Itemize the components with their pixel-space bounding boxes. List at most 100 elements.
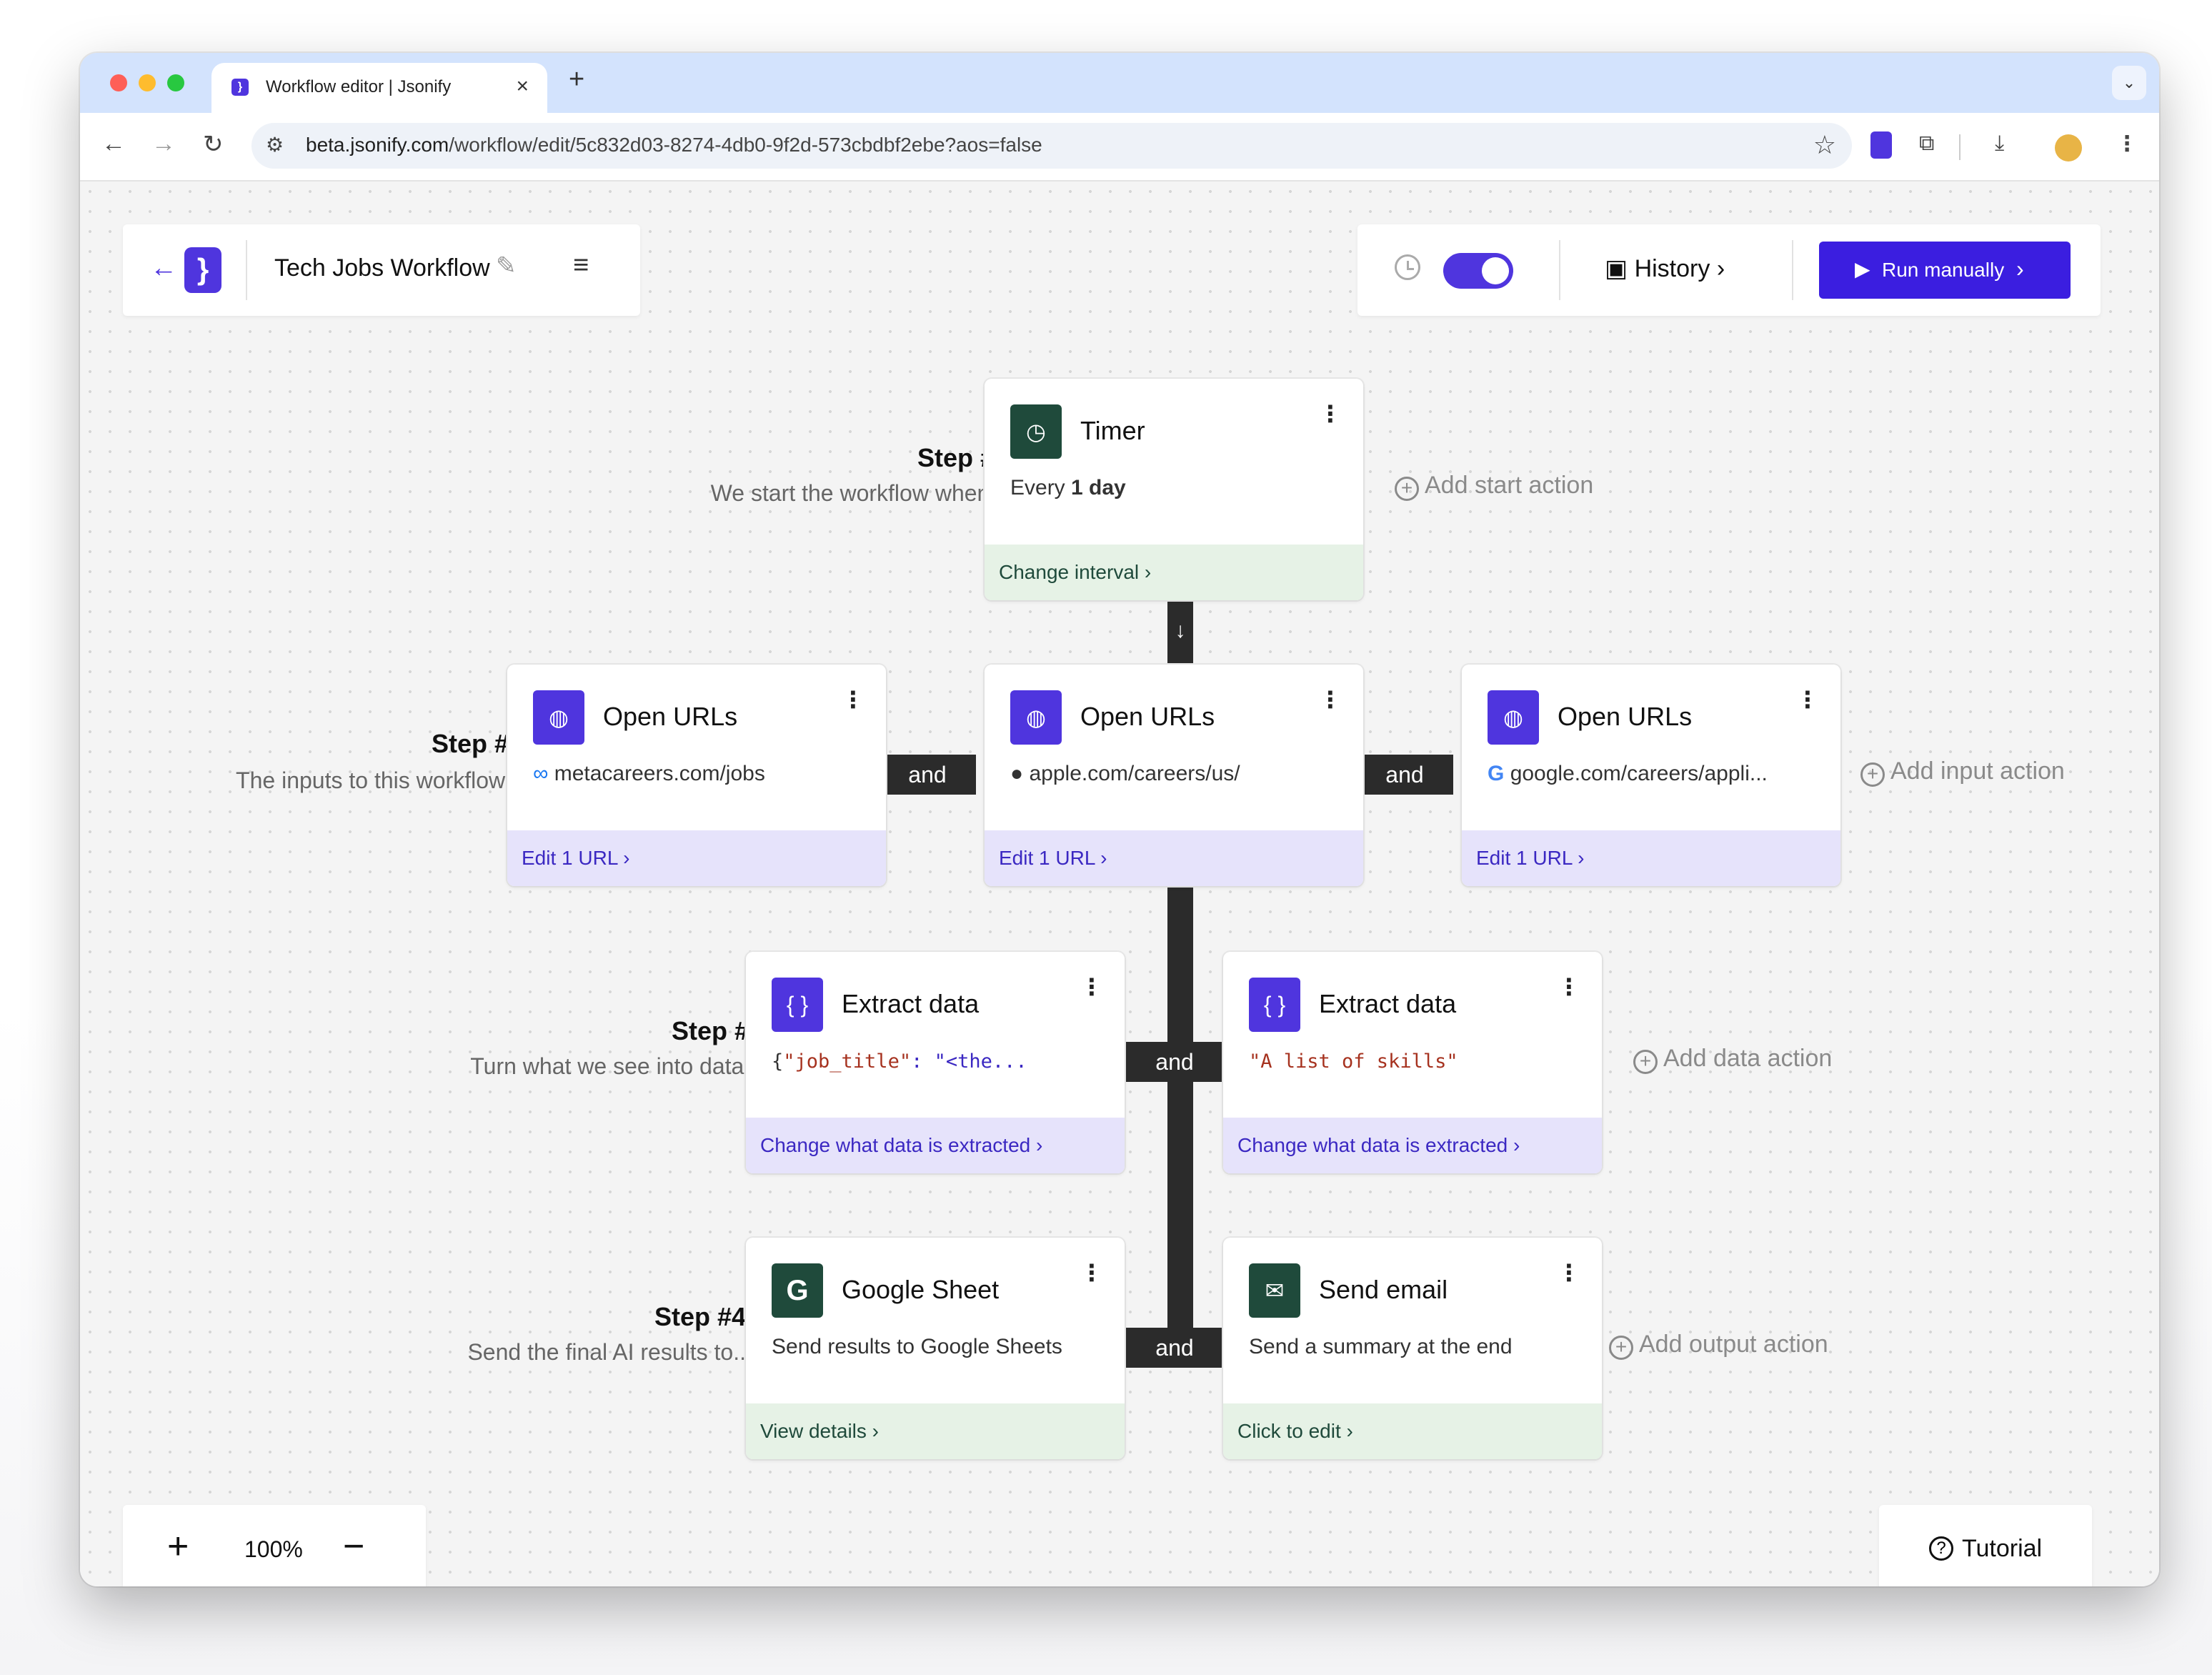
more-options-icon[interactable]: ⋮ — [1080, 1259, 1103, 1286]
more-options-icon[interactable]: ⋮ — [1796, 686, 1819, 713]
braces-icon: { } — [772, 978, 823, 1032]
add-data-action-button[interactable]: + Add data action — [1633, 1045, 1832, 1074]
browser-tab-active[interactable]: } Workflow editor | Jsonify × — [211, 63, 547, 113]
edit-url-link[interactable]: Edit 1 URL › — [507, 830, 886, 886]
new-tab-icon[interactable]: + — [569, 64, 584, 95]
card-title: Google Sheet — [842, 1275, 1000, 1304]
card-title: Extract data — [842, 989, 980, 1018]
tutorial-button[interactable]: ? Tutorial — [1879, 1505, 2092, 1586]
toolbar-divider — [1959, 134, 1961, 160]
download-icon[interactable]: ⤓ — [1995, 131, 2004, 156]
edit-url-link[interactable]: Edit 1 URL › — [1462, 830, 1840, 886]
step-1-title: Step #1 — [917, 443, 1009, 472]
tab-strip: } Workflow editor | Jsonify × + ⌄ — [80, 53, 2159, 113]
jsonify-extension-icon[interactable] — [1870, 131, 1892, 159]
zoom-out-button[interactable]: − — [343, 1525, 364, 1568]
open-urls-card[interactable]: ◍ Open URLs ⋮ G google.com/careers/appli… — [1462, 665, 1840, 886]
open-urls-card[interactable]: ◍ Open URLs ⋮ ● apple.com/careers/us/ Ed… — [985, 665, 1363, 886]
step-4-subtitle: Send the final AI results to.. — [467, 1339, 746, 1365]
mail-icon: ✉ — [1249, 1263, 1300, 1318]
edit-pencil-icon[interactable]: ✎ — [496, 252, 517, 280]
add-start-action-button[interactable]: + Add start action — [1395, 472, 1593, 501]
and-connector: and — [879, 755, 976, 795]
browser-menu-icon[interactable]: ⋮ — [2116, 131, 2138, 156]
globe-icon: ◍ — [1010, 690, 1062, 745]
minimize-window-button[interactable] — [139, 74, 156, 91]
add-input-action-button[interactable]: + Add input action — [1860, 757, 2065, 787]
maximize-window-button[interactable] — [167, 74, 184, 91]
history-button[interactable]: ▣ History › — [1605, 254, 1725, 283]
extensions-puzzle-icon[interactable]: ⧉ — [1919, 131, 1934, 156]
tab-title: Workflow editor | Jsonify — [266, 77, 452, 96]
zoom-in-button[interactable]: + — [167, 1525, 189, 1568]
run-manually-button[interactable]: ▶ Run manually › — [1819, 242, 2071, 299]
clock-icon — [1395, 254, 1420, 280]
change-extracted-data-link[interactable]: Change what data is extracted › — [1223, 1118, 1602, 1173]
globe-icon: ◍ — [533, 690, 584, 745]
step-2-title: Step #2 — [431, 729, 523, 758]
more-options-icon[interactable]: ⋮ — [1558, 1259, 1580, 1286]
chevron-right-icon: › — [1716, 255, 1725, 282]
hamburger-menu-icon[interactable]: ≡ — [573, 250, 589, 281]
actions-divider — [1559, 240, 1560, 300]
send-email-card[interactable]: ✉ Send email ⋮ Send a summary at the end… — [1223, 1238, 1602, 1459]
browser-window: } Workflow editor | Jsonify × + ⌄ ← → ↻ … — [80, 53, 2159, 1586]
workflow-canvas[interactable]: ← } Tech Jobs Workflow ✎ ≡ ▣ History › ▶… — [80, 182, 2159, 1586]
timer-card[interactable]: ◷ Timer ⋮ Every 1 day Change interval › — [985, 379, 1363, 600]
more-options-icon[interactable]: ⋮ — [1319, 400, 1342, 427]
more-options-icon[interactable]: ⋮ — [842, 686, 865, 713]
more-options-icon[interactable]: ⋮ — [1080, 973, 1103, 1000]
change-extracted-data-link[interactable]: Change what data is extracted › — [746, 1118, 1125, 1173]
tab-search-chevron-icon[interactable]: ⌄ — [2112, 66, 2146, 100]
clock-icon: ◷ — [1010, 404, 1062, 459]
connector-step1-step2: ↓ — [1167, 599, 1193, 667]
profile-avatar[interactable] — [2055, 134, 2082, 161]
reload-icon[interactable]: ↻ — [203, 130, 224, 159]
workflow-name[interactable]: Tech Jobs Workflow — [274, 254, 490, 282]
open-urls-card[interactable]: ◍ Open URLs ⋮ ∞ metacareers.com/jobs Edi… — [507, 665, 886, 886]
google-g-icon: G — [772, 1263, 823, 1318]
bookmark-star-icon[interactable]: ☆ — [1813, 130, 1836, 160]
add-output-action-button[interactable]: + Add output action — [1609, 1331, 1828, 1360]
plus-circle-icon: + — [1633, 1050, 1658, 1074]
card-body: Every 1 day — [1010, 476, 1126, 499]
forward-arrow-icon[interactable]: → — [151, 130, 176, 158]
arrow-down-icon: ↓ — [1175, 619, 1186, 642]
jsonify-favicon-icon: } — [231, 79, 249, 96]
connector-vertical-main — [1167, 888, 1193, 1331]
card-title: Open URLs — [1558, 702, 1693, 731]
browser-toolbar: ← → ↻ ⚙ beta.jsonify.com/workflow/edit/5… — [80, 113, 2159, 182]
step-2-subtitle: The inputs to this workflow... — [236, 767, 523, 793]
edit-url-link[interactable]: Edit 1 URL › — [985, 830, 1363, 886]
extract-data-card[interactable]: { } Extract data ⋮ {"job_title": "<the..… — [746, 952, 1125, 1173]
step-3-title: Step #3 — [671, 1016, 763, 1045]
click-to-edit-link[interactable]: Click to edit › — [1223, 1403, 1602, 1459]
url-text[interactable]: beta.jsonify.com/workflow/edit/5c832d03-… — [306, 134, 1042, 156]
header-divider — [246, 240, 247, 300]
google-sheet-card[interactable]: G Google Sheet ⋮ Send results to Google … — [746, 1238, 1125, 1459]
change-interval-link[interactable]: Change interval › — [985, 545, 1363, 600]
view-details-link[interactable]: View details › — [746, 1403, 1125, 1459]
more-options-icon[interactable]: ⋮ — [1558, 973, 1580, 1000]
close-window-button[interactable] — [110, 74, 127, 91]
back-icon[interactable]: ← — [150, 253, 177, 284]
jsonify-logo[interactable]: } — [184, 247, 221, 293]
plus-circle-icon: + — [1609, 1336, 1633, 1360]
site-settings-icon[interactable]: ⚙ — [266, 133, 284, 156]
meta-logo-icon: ∞ — [533, 762, 549, 785]
tutorial-label: Tutorial — [1962, 1535, 2043, 1562]
schedule-toggle[interactable] — [1443, 253, 1513, 289]
close-tab-icon[interactable]: × — [516, 74, 529, 99]
and-connector: and — [1126, 1042, 1223, 1082]
card-body: Send a summary at the end — [1249, 1335, 1513, 1358]
extract-data-card[interactable]: { } Extract data ⋮ "A list of skills" Ch… — [1223, 952, 1602, 1173]
and-connector: and — [1126, 1328, 1223, 1368]
braces-icon: { } — [1249, 978, 1300, 1032]
question-circle-icon: ? — [1929, 1536, 1953, 1561]
card-body: ∞ metacareers.com/jobs — [533, 762, 765, 785]
address-bar[interactable]: ⚙ beta.jsonify.com/workflow/edit/5c832d0… — [251, 123, 1852, 169]
calendar-icon: ▣ — [1605, 255, 1628, 282]
zoom-level: 100% — [244, 1536, 303, 1562]
more-options-icon[interactable]: ⋮ — [1319, 686, 1342, 713]
back-arrow-icon[interactable]: ← — [101, 130, 126, 158]
